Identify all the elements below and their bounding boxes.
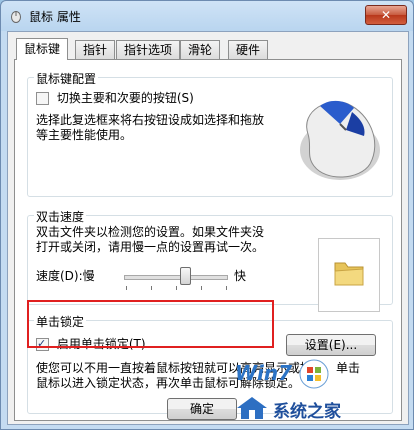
tab-pointers[interactable]: 指针: [75, 40, 116, 59]
double-click-title: 双击速度: [34, 208, 87, 225]
title-bar[interactable]: 鼠标 属性 ✕: [1, 1, 413, 31]
folder-icon[interactable]: [333, 259, 365, 287]
speed-tick: [176, 286, 177, 290]
speed-slider-track[interactable]: [124, 275, 228, 280]
close-button[interactable]: ✕: [365, 5, 407, 25]
button-config-desc-line1: 选择此复选框来将右按钮设成如选择和拖放: [36, 113, 265, 127]
double-click-desc-line2: 打开或关闭，请用慢一点的设置再试一次。: [36, 240, 265, 254]
highlight-box: [27, 300, 274, 348]
speed-tick: [226, 286, 227, 290]
speed-tick: [126, 286, 127, 290]
tab-wheel[interactable]: 滑轮: [180, 40, 221, 59]
button-config-title: 鼠标键配置: [34, 70, 99, 87]
tab-hardware[interactable]: 硬件: [228, 40, 269, 59]
double-click-desc-line1: 双击文件夹以检测您的设置。如果文件夹没: [36, 225, 265, 239]
mouse-properties-window: 鼠标 属性 ✕ 鼠标键 指针 指针选项 滑轮 硬件 鼠标键配置 切换主要和次要的…: [0, 0, 414, 430]
tab-pointer-options[interactable]: 指针选项: [116, 40, 181, 59]
test-folder-area[interactable]: [318, 238, 380, 312]
click-lock-settings-button[interactable]: 设置(E)...: [286, 334, 376, 356]
switch-buttons-label: 切换主要和次要的按钮(S): [56, 91, 194, 105]
speed-slider-thumb[interactable]: [180, 267, 192, 285]
house-icon: [237, 397, 267, 419]
button-config-desc-line2: 等主要性能使用。: [36, 128, 133, 142]
watermark-site: 系统之家: [273, 402, 341, 422]
windows-logo-icon: [299, 359, 329, 389]
close-icon: ✕: [380, 8, 392, 22]
speed-tick: [151, 286, 152, 290]
watermark-brand: Win7: [235, 361, 293, 385]
button-config-group: 鼠标键配置 切换主要和次要的按钮(S) 选择此复选框来将右按钮设成如选择和拖放 …: [27, 70, 393, 197]
speed-tick: [201, 286, 202, 290]
double-click-group: 双击速度 双击文件夹以检测您的设置。如果文件夹没 打开或关闭，请用慢一点的设置再…: [27, 208, 393, 312]
tab-buttons[interactable]: 鼠标键: [16, 38, 69, 60]
mouse-icon: [11, 11, 21, 23]
fast-label: 快: [234, 269, 247, 283]
switch-buttons-checkbox-box[interactable]: [36, 92, 49, 105]
ok-button[interactable]: 确定: [167, 398, 237, 420]
window-title: 鼠标 属性: [29, 10, 81, 24]
watermark: Win7 系统之家: [233, 357, 409, 427]
switch-buttons-checkbox[interactable]: 切换主要和次要的按钮(S): [36, 91, 194, 106]
speed-label: 速度(D):慢: [36, 269, 95, 283]
mouse-image: [300, 100, 380, 180]
